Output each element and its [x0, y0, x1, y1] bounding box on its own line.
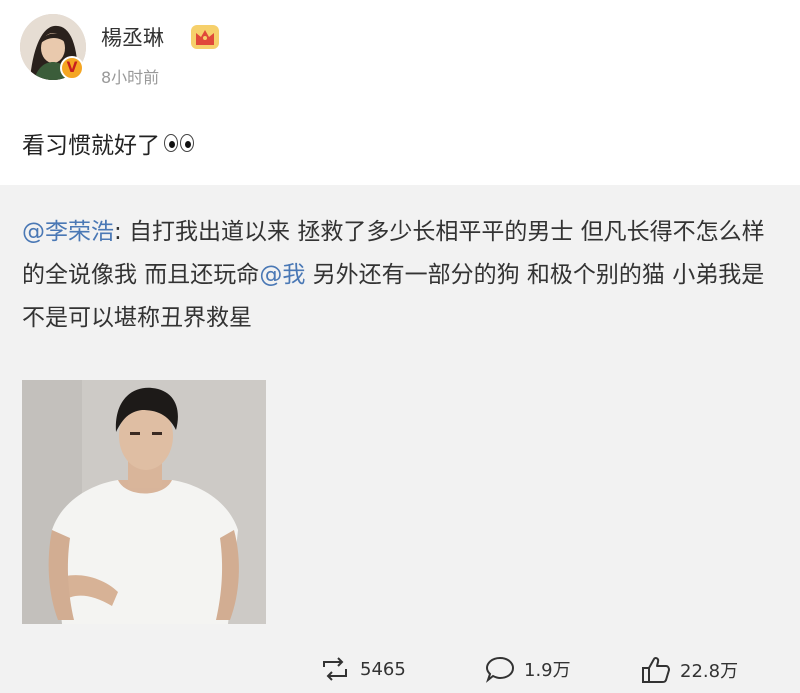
comment-count: 1.9万: [524, 660, 571, 681]
comment-icon: [485, 656, 515, 683]
eye-right: [180, 134, 194, 152]
repost-photo-illustration: [22, 380, 266, 624]
action-bar: 5465 1.9万 22.8万: [0, 645, 800, 693]
mention-link-me[interactable]: @我: [259, 262, 305, 288]
repost-text: @李荣浩: 自打我出道以来 拯救了多少长相平平的男士 但凡长得不怎么样的全说像我…: [22, 211, 782, 340]
verified-v-badge-icon: V: [60, 56, 84, 80]
repost-image[interactable]: [22, 380, 266, 624]
author-name[interactable]: 楊丞琳: [101, 22, 164, 52]
crown-icon[interactable]: [190, 24, 220, 50]
repost-count: 5465: [360, 658, 406, 680]
thumbs-up-icon: [642, 657, 670, 683]
like-button[interactable]: 22.8万: [640, 655, 738, 685]
eyes-emoji-icon: [164, 134, 194, 152]
repost-icon: [323, 657, 347, 681]
like-count: 22.8万: [680, 661, 739, 682]
post-time: 8小时前: [101, 68, 160, 87]
weibo-post: V 楊丞琳 8小时前 看习惯就好了 @李荣浩: 自打我出道以来 拯救了多少长相平…: [0, 0, 800, 693]
post-text: 看习惯就好了: [22, 133, 160, 159]
post-body: 看习惯就好了: [22, 126, 194, 160]
comment-button[interactable]: 1.9万: [484, 655, 571, 683]
mention-link-original-author[interactable]: @李荣浩: [22, 219, 114, 245]
post-header: V 楊丞琳 8小时前 看习惯就好了: [0, 0, 800, 185]
repost-button[interactable]: 5465: [318, 655, 406, 683]
eye-left: [164, 134, 178, 152]
repost-card[interactable]: @李荣浩: 自打我出道以来 拯救了多少长相平平的男士 但凡长得不怎么样的全说像我…: [0, 185, 800, 645]
